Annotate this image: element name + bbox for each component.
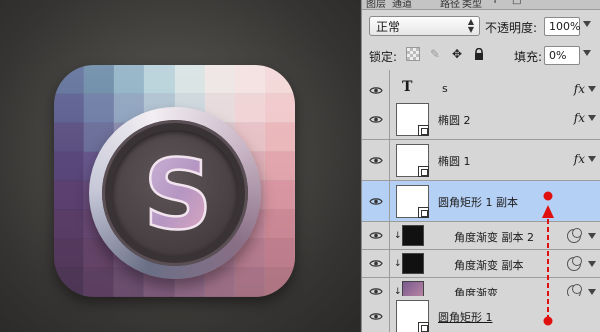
eye-icon	[368, 115, 383, 123]
eye-icon	[368, 156, 383, 164]
lock-label: 锁定:	[369, 50, 398, 64]
eye-icon	[368, 288, 383, 295]
clipping-mask-icon: ↓	[394, 259, 402, 269]
tab-kind[interactable]: 类型	[462, 0, 482, 9]
fill-dropdown-icon[interactable]	[583, 50, 591, 56]
shape-layer-icon	[418, 322, 429, 332]
tab-channels[interactable]: 通道	[392, 0, 412, 9]
text-layer-icon: T	[402, 79, 413, 95]
layer-thumbnail	[396, 103, 429, 136]
eye-icon	[368, 260, 383, 267]
layers-panel: 图层 通道 路径 类型 T □ 正常 ▲ ▼ 不透明度: 100% 锁定: ✎ ✥…	[361, 0, 600, 332]
select-arrows-icon: ▲ ▼	[467, 17, 474, 34]
opacity-dropdown-icon[interactable]	[583, 21, 591, 27]
clipping-mask-icon: ↓	[394, 231, 402, 241]
layer-row-angle-gradient-copy[interactable]: ↓ 角度渐变 副本	[362, 250, 600, 278]
svg-text:S: S	[143, 139, 212, 251]
visibility-toggle[interactable]	[362, 250, 390, 277]
visibility-toggle[interactable]	[362, 140, 390, 180]
expand-effects-icon[interactable]	[588, 86, 596, 92]
layer-row-rounded-rect[interactable]: 圆角矩形 1	[362, 296, 600, 332]
expand-icon[interactable]	[588, 233, 596, 239]
eye-icon	[368, 86, 383, 94]
tab-paths[interactable]: 路径	[440, 0, 460, 9]
filter-shape-icon[interactable]: □	[512, 0, 521, 6]
layer-name: 椭圆 2	[438, 114, 471, 127]
opacity-input[interactable]: 100%	[544, 17, 580, 36]
document-canvas[interactable]: S	[0, 0, 360, 332]
fx-icon[interactable]: fx	[574, 152, 585, 166]
eye-icon	[368, 312, 383, 320]
layer-name: s	[442, 82, 448, 95]
layer-name: 角度渐变 副本 2	[454, 231, 534, 244]
gradient-fill-thumbnail	[402, 225, 424, 246]
lock-position-icon[interactable]: ✥	[450, 47, 464, 61]
lock-icons: ✎ ✥	[406, 47, 486, 61]
blend-opacity-row: 正常 ▲ ▼ 不透明度: 100%	[362, 12, 600, 42]
expand-effects-icon[interactable]	[588, 156, 596, 162]
badge-disc: S	[112, 130, 238, 256]
layer-thumbnail	[396, 300, 429, 332]
lock-image-pixels-icon[interactable]: ✎	[428, 47, 442, 61]
eye-icon	[368, 197, 383, 205]
visibility-toggle[interactable]	[362, 99, 390, 139]
shape-layer-icon	[418, 166, 429, 177]
shape-layer-icon	[418, 125, 429, 136]
adjustment-link-icon	[567, 256, 582, 271]
visibility-toggle[interactable]	[362, 181, 390, 221]
layer-row-ellipse-2[interactable]: 椭圆 2 fx	[362, 99, 600, 140]
expand-icon[interactable]	[588, 289, 596, 295]
layer-thumbnail	[396, 185, 429, 218]
lock-all-icon[interactable]	[472, 47, 486, 61]
layer-row-ellipse-1[interactable]: 椭圆 1 fx	[362, 140, 600, 181]
layer-thumbnail	[396, 144, 429, 177]
layer-list: T s fx 椭圆 2 fx 椭圆 1 fx 圆角矩形 1 副本 ↓ 角度渐变 …	[362, 70, 600, 332]
visibility-toggle[interactable]	[362, 222, 390, 249]
tab-layers[interactable]: 图层	[366, 0, 386, 9]
expand-effects-icon[interactable]	[588, 115, 596, 121]
shape-layer-icon	[418, 207, 429, 218]
app-icon-artwork: S	[54, 65, 295, 297]
gradient-fill-thumbnail	[402, 253, 424, 274]
opacity-label: 不透明度:	[485, 21, 538, 35]
filter-type-icon[interactable]: T	[492, 0, 498, 6]
layer-name: 椭圆 1	[438, 155, 471, 168]
visibility-toggle[interactable]	[362, 296, 390, 332]
fx-icon[interactable]: fx	[574, 111, 585, 125]
layer-name: 角度渐变 副本	[454, 259, 524, 272]
lock-fill-row: 锁定: ✎ ✥ 填充: 0%	[362, 41, 600, 71]
blend-mode-value: 正常	[376, 19, 401, 34]
adjustment-link-icon	[567, 228, 582, 243]
layer-row-rounded-rect-copy[interactable]: 圆角矩形 1 副本	[362, 181, 600, 222]
layer-name: 圆角矩形 1	[438, 311, 493, 324]
blend-mode-select[interactable]: 正常 ▲ ▼	[369, 16, 480, 36]
fx-icon[interactable]: fx	[574, 82, 585, 96]
eye-icon	[368, 232, 383, 239]
panel-tab-strip: 图层 通道 路径 类型 T □	[362, 0, 600, 10]
expand-icon[interactable]	[588, 261, 596, 267]
fill-label: 填充:	[514, 50, 543, 64]
layer-row-angle-gradient-copy-2[interactable]: ↓ 角度渐变 副本 2	[362, 222, 600, 250]
badge-ring: S	[89, 107, 261, 279]
fill-input[interactable]: 0%	[544, 46, 580, 65]
lock-transparent-pixels-icon[interactable]	[406, 47, 420, 61]
badge-ring-inner: S	[102, 120, 248, 266]
layer-name: 圆角矩形 1 副本	[438, 196, 518, 209]
badge-letter-s: S	[142, 138, 214, 253]
